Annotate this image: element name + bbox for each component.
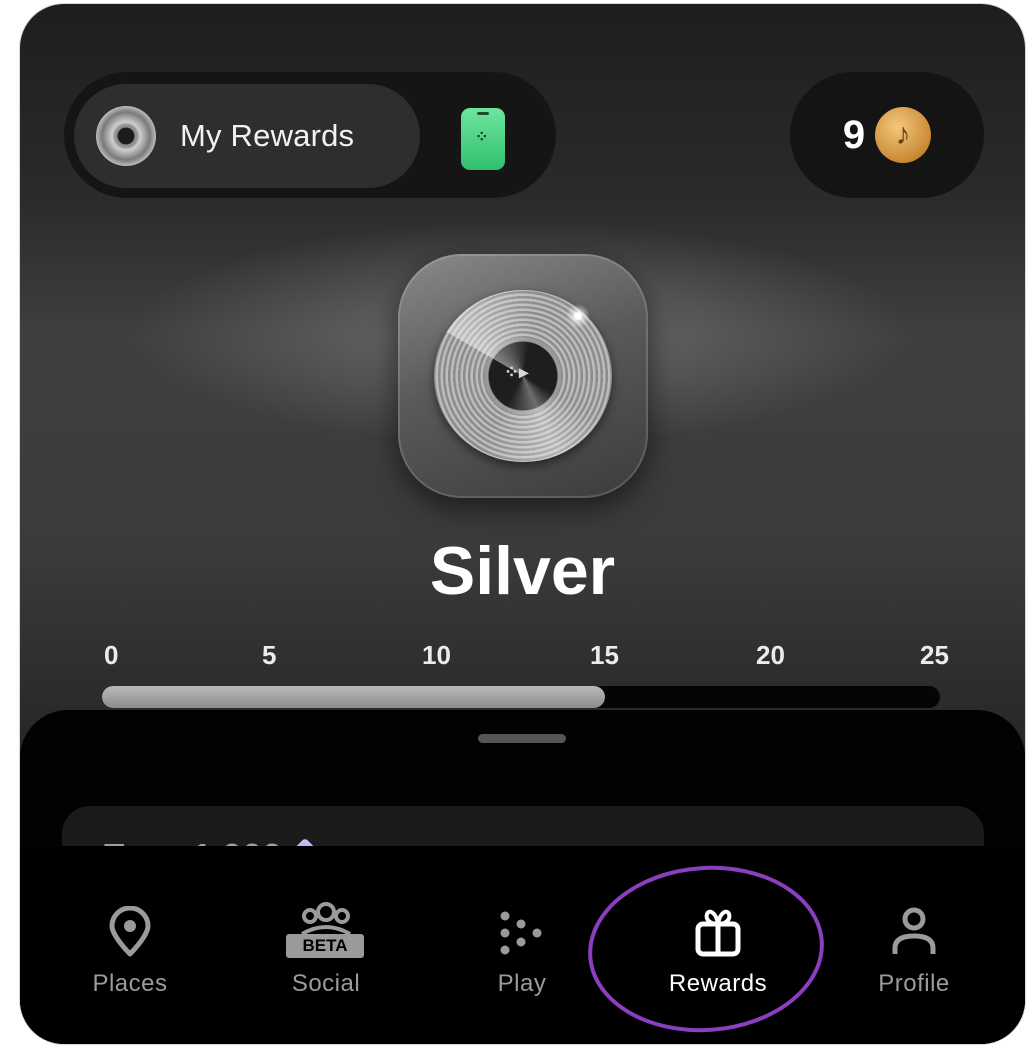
tab-places[interactable]: Places (30, 846, 230, 1044)
scale-tick-label: 15 (590, 640, 619, 670)
tab-social[interactable]: BETA Social (226, 846, 426, 1044)
play-dots-icon (497, 898, 547, 958)
tab-label: Play (497, 970, 547, 997)
tab-label: Profile (878, 970, 950, 997)
scale-tick-label: 5 (262, 640, 277, 670)
tier-progress-bar (102, 686, 940, 708)
scale-tick-label: 25 (920, 640, 949, 670)
tier-badge: ⁘▸ (398, 254, 648, 498)
location-pin-icon (107, 898, 153, 958)
app-screen: My Rewards ⁘ 9 ♪ ⁘▸ Silver 0 5 10 15 20 … (20, 4, 1025, 1044)
play-dots-icon: ⁘▸ (504, 362, 529, 382)
tab-label: Social (291, 970, 361, 997)
scale-tick-label: 0 (104, 640, 119, 670)
vinyl-disc-icon (96, 106, 156, 166)
tab-profile[interactable]: Profile (814, 846, 1014, 1044)
glint-decoration (566, 304, 590, 328)
scale-tick-label: 10 (422, 640, 451, 670)
beta-badge: BETA (286, 934, 364, 958)
progress-scale: 0 5 10 15 20 25 (90, 640, 966, 670)
scale-tick-label: 20 (756, 640, 785, 670)
person-icon (891, 898, 937, 958)
play-dots-icon: ⁘ (475, 129, 489, 146)
coin-count: 9 (842, 112, 866, 157)
my-rewards-button[interactable]: My Rewards (74, 84, 420, 188)
tier-progress-fill (102, 686, 605, 708)
tier-name: Silver (429, 533, 616, 609)
music-note-coin-icon: ♪ (875, 107, 932, 163)
sheet-drag-handle[interactable] (478, 734, 566, 743)
my-rewards-label: My Rewards (180, 118, 355, 153)
tab-label: Places (92, 970, 168, 997)
phone-app-icon[interactable]: ⁘ (461, 108, 505, 170)
coin-balance[interactable]: 9 ♪ (790, 72, 984, 198)
bottom-tab-bar: Places BETA Social Play Rewards Profile (20, 846, 1025, 1044)
